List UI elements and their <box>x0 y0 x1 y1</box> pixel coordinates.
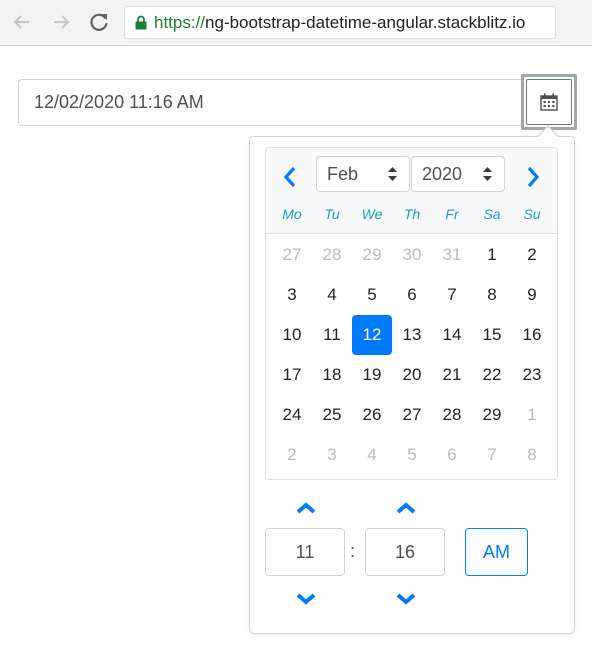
calendar-day[interactable]: 14 <box>432 315 472 355</box>
calendar-day[interactable]: 3 <box>312 435 352 475</box>
calendar-day[interactable]: 28 <box>432 395 472 435</box>
url-scheme: https:// <box>154 12 206 32</box>
calendar-day[interactable]: 2 <box>512 235 552 275</box>
calendar-day[interactable]: 7 <box>432 275 472 315</box>
time-separator: : <box>350 541 356 561</box>
chevron-down-icon <box>296 593 316 605</box>
calendar-day[interactable]: 3 <box>272 275 312 315</box>
calendar-day-selected[interactable]: 12 <box>352 315 392 355</box>
weekday-label: We <box>361 206 383 222</box>
calendar-day[interactable]: 19 <box>352 355 392 395</box>
chevron-down-icon <box>396 593 416 605</box>
calendar-day[interactable]: 9 <box>512 275 552 315</box>
calendar-day[interactable]: 6 <box>432 435 472 475</box>
minute-decrement-button[interactable] <box>395 591 417 607</box>
weekday-label: Tu <box>324 206 340 222</box>
weekday-label: Sa <box>483 206 501 222</box>
calendar-day[interactable]: 17 <box>272 355 312 395</box>
address-url: https://ng-bootstrap-datetime-angular.st… <box>154 13 525 33</box>
browser-toolbar: https://ng-bootstrap-datetime-angular.st… <box>0 0 592 46</box>
datepicker-header: Feb 2020 Mo Tu We Th Fr Sa Su <box>266 148 557 234</box>
hour-decrement-button[interactable] <box>295 591 317 607</box>
back-arrow-icon <box>13 15 29 29</box>
meridian-toggle-button[interactable]: AM <box>465 528 528 576</box>
calendar-day[interactable]: 1 <box>512 395 552 435</box>
forward-arrow-icon <box>54 15 70 29</box>
calendar-day[interactable]: 15 <box>472 315 512 355</box>
popover-arrow-fill <box>538 127 558 137</box>
calendar-day[interactable]: 29 <box>352 235 392 275</box>
reload-button[interactable] <box>85 8 113 36</box>
datetime-input[interactable] <box>18 79 522 126</box>
next-month-button[interactable] <box>517 163 549 191</box>
lock-icon <box>135 15 147 30</box>
calendar-day[interactable]: 4 <box>312 275 352 315</box>
weekday-label: Th <box>403 206 421 222</box>
calendar-day[interactable]: 16 <box>512 315 552 355</box>
hour-increment-button[interactable] <box>295 500 317 516</box>
calendar-day[interactable]: 8 <box>512 435 552 475</box>
address-bar[interactable]: https://ng-bootstrap-datetime-angular.st… <box>124 6 556 39</box>
calendar-icon <box>540 93 558 111</box>
calendar-toggle-inner <box>526 79 572 125</box>
calendar-day[interactable]: 28 <box>312 235 352 275</box>
previous-month-button[interactable] <box>274 163 306 191</box>
calendar-day[interactable]: 22 <box>472 355 512 395</box>
chevron-up-icon <box>396 502 416 514</box>
calendar-day[interactable]: 27 <box>272 235 312 275</box>
calendar-day[interactable]: 8 <box>472 275 512 315</box>
weekday-label: Su <box>523 206 541 222</box>
back-button[interactable] <box>8 8 36 36</box>
calendar-toggle-button[interactable] <box>521 74 577 130</box>
reload-icon <box>90 13 108 31</box>
url-host: ng-bootstrap-datetime-angular.stackblitz… <box>205 12 526 32</box>
minute-input[interactable]: 16 <box>365 528 445 576</box>
calendar-day[interactable]: 21 <box>432 355 472 395</box>
forward-button[interactable] <box>47 8 75 36</box>
select-caret-icon <box>483 167 492 181</box>
month-select[interactable]: Feb <box>316 156 410 192</box>
calendar-day[interactable]: 20 <box>392 355 432 395</box>
calendar-day[interactable]: 29 <box>472 395 512 435</box>
minute-increment-button[interactable] <box>395 500 417 516</box>
weekday-label: Fr <box>445 206 459 222</box>
calendar-day[interactable]: 2 <box>272 435 312 475</box>
year-select[interactable]: 2020 <box>411 156 505 192</box>
chevron-up-icon <box>296 502 316 514</box>
calendar-day[interactable]: 4 <box>352 435 392 475</box>
calendar-day[interactable]: 13 <box>392 315 432 355</box>
calendar-day[interactable]: 5 <box>392 435 432 475</box>
hour-input[interactable]: 11 <box>265 528 345 576</box>
year-select-value: 2020 <box>422 164 463 184</box>
calendar-day[interactable]: 31 <box>432 235 472 275</box>
datepicker: Feb 2020 Mo Tu We Th Fr Sa Su 27 28 29 30 31 1 2 3 4 5 6… <box>265 147 558 480</box>
calendar-day[interactable]: 10 <box>272 315 312 355</box>
chevron-right-icon <box>527 166 540 188</box>
calendar-day[interactable]: 25 <box>312 395 352 435</box>
calendar-day[interactable]: 7 <box>472 435 512 475</box>
chevron-left-icon <box>283 166 296 188</box>
calendar-day[interactable]: 27 <box>392 395 432 435</box>
weekday-label: Mo <box>282 206 302 222</box>
calendar-day[interactable]: 23 <box>512 355 552 395</box>
calendar-day[interactable]: 1 <box>472 235 512 275</box>
calendar-day[interactable]: 5 <box>352 275 392 315</box>
calendar-day[interactable]: 6 <box>392 275 432 315</box>
calendar-day[interactable]: 18 <box>312 355 352 395</box>
select-caret-icon <box>388 167 397 181</box>
calendar-day[interactable]: 26 <box>352 395 392 435</box>
calendar-day[interactable]: 30 <box>392 235 432 275</box>
calendar-day[interactable]: 24 <box>272 395 312 435</box>
month-select-value: Feb <box>327 164 359 184</box>
calendar-day[interactable]: 11 <box>312 315 352 355</box>
